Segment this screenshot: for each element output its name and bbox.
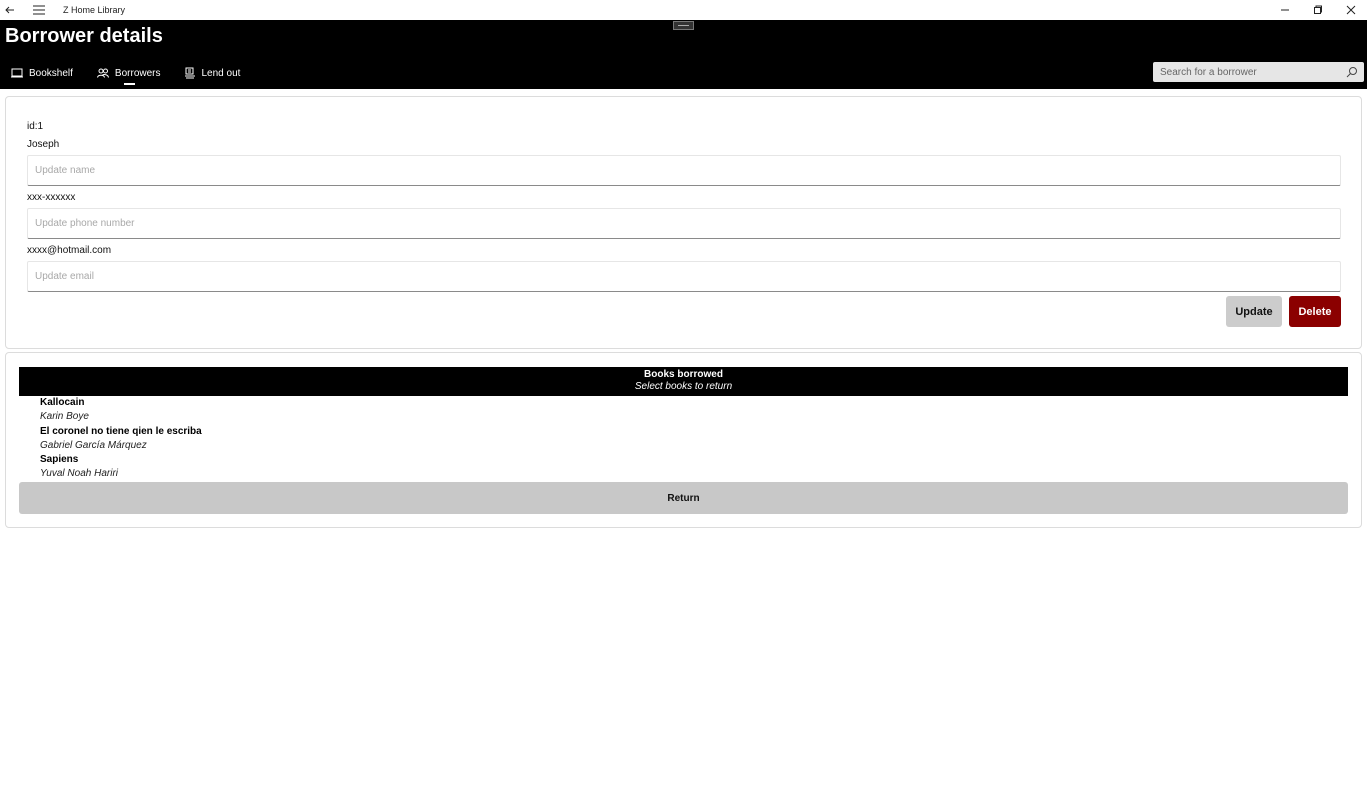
books-header: Books borrowed Select books to return — [19, 367, 1348, 396]
lend-icon — [184, 67, 196, 79]
close-button[interactable] — [1334, 0, 1367, 20]
books-subtitle: Select books to return — [634, 381, 733, 392]
restore-icon — [1313, 5, 1322, 14]
book-author: Gabriel García Márquez — [40, 439, 147, 451]
title-bar: Z Home Library — [0, 0, 1367, 20]
search-icon[interactable] — [1346, 66, 1358, 78]
people-icon — [96, 67, 109, 79]
restore-button[interactable] — [1301, 0, 1334, 20]
back-arrow-icon — [5, 6, 14, 14]
borrower-email: xxxx@hotmail.com — [27, 245, 112, 256]
books-title: Books borrowed — [644, 369, 723, 380]
app-title: Z Home Library — [63, 5, 126, 15]
return-button[interactable]: Return — [19, 482, 1348, 514]
nav-bar: Bookshelf Borrowers Lend out — [0, 64, 240, 86]
nav-item-lend-out[interactable]: Lend out — [184, 64, 241, 82]
hamburger-icon — [33, 5, 45, 15]
borrower-name: Joseph — [27, 139, 60, 150]
list-item[interactable]: El coronel no tiene qien le escriba Gabr… — [19, 425, 1348, 454]
minimize-button[interactable] — [1268, 0, 1301, 20]
update-phone-input[interactable] — [28, 209, 1340, 238]
nav-item-bookshelf[interactable]: Bookshelf — [11, 64, 73, 82]
drag-handle[interactable] — [673, 21, 694, 30]
book-title: Kallocain — [40, 397, 85, 408]
nav-label-borrowers: Borrowers — [114, 67, 161, 79]
book-icon — [11, 67, 23, 79]
borrower-details-card: id:1 Joseph xxx-xxxxxx xxxx@hotmail.com … — [5, 96, 1362, 349]
list-item[interactable]: Kallocain Karin Boye — [19, 396, 1348, 425]
hamburger-menu-button[interactable] — [28, 0, 50, 20]
phone-field-wrap — [27, 208, 1341, 239]
close-icon — [1346, 5, 1355, 15]
book-author: Karin Boye — [40, 411, 89, 422]
search-input[interactable] — [1153, 63, 1338, 81]
update-button[interactable]: Update — [1226, 296, 1282, 327]
book-title: Sapiens — [40, 454, 79, 466]
nav-item-borrowers[interactable]: Borrowers — [96, 64, 161, 85]
page-title: Borrower details — [5, 25, 163, 47]
update-name-input[interactable] — [28, 156, 1340, 185]
book-list: Kallocain Karin Boye El coronel no tiene… — [19, 396, 1348, 482]
delete-button[interactable]: Delete — [1289, 296, 1341, 327]
borrower-phone: xxx-xxxxxx — [27, 192, 76, 203]
books-borrowed-card: Books borrowed Select books to return Ka… — [5, 352, 1362, 528]
name-field-wrap — [27, 155, 1341, 186]
book-title: El coronel no tiene qien le escriba — [40, 425, 202, 437]
search-box — [1153, 62, 1364, 82]
nav-label-bookshelf: Bookshelf — [29, 67, 73, 79]
email-field-wrap — [27, 261, 1341, 292]
update-email-input[interactable] — [28, 262, 1340, 291]
book-author: Yuval Noah Hariri — [40, 468, 118, 480]
borrower-id: id:1 — [27, 121, 44, 132]
minimize-icon — [1280, 9, 1289, 11]
nav-label-lend-out: Lend out — [201, 67, 241, 79]
back-button[interactable] — [0, 0, 20, 20]
list-item[interactable]: Sapiens Yuval Noah Hariri — [19, 453, 1348, 482]
page-header: Borrower details Bookshelf Borrowers Len… — [0, 20, 1367, 89]
